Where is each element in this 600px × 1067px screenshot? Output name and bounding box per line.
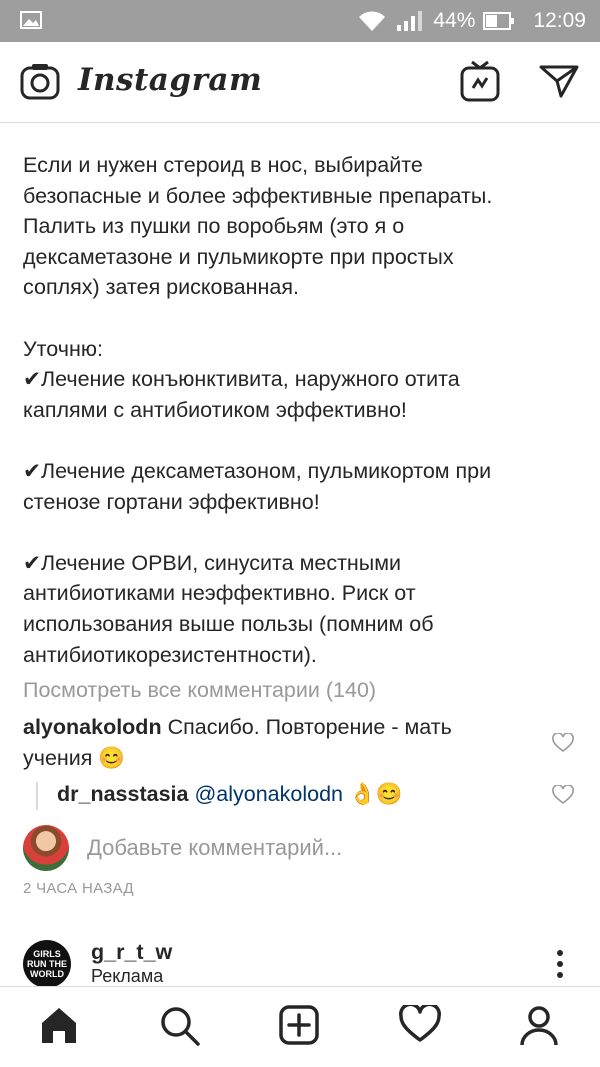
caption-line: ✔Лечение конъюнктивита, наружного отита: [23, 367, 460, 392]
camera-icon[interactable]: [20, 62, 60, 100]
caption-line: стенозе гортани эффективно!: [23, 489, 320, 514]
next-post-header: GIRLS RUN THE WORLD g_r_t_w Реклама: [23, 938, 583, 988]
caption-line: ✔Лечение ОРВИ, синусита местными: [23, 550, 402, 575]
caption-line: дексаметазоне и пульмикорте при простых: [23, 244, 454, 269]
igtv-icon[interactable]: [460, 60, 500, 102]
comment-username[interactable]: dr_nasstasia: [57, 782, 188, 806]
comment-text: учения: [23, 746, 93, 770]
app-header: Instagram: [0, 42, 600, 123]
like-comment-heart-icon[interactable]: [552, 733, 574, 753]
caption-line: Если и нужен стероид в нос, выбирайте: [23, 153, 423, 177]
activity-icon[interactable]: [399, 1005, 441, 1043]
caption-line: каплями с антибиотиком эффективно!: [23, 397, 407, 422]
ad-username[interactable]: g_r_t_w: [91, 940, 172, 965]
bottom-nav: [0, 986, 600, 1067]
emoji: 😊: [98, 746, 126, 770]
caption-line: безопасные и более эффективные препараты…: [23, 183, 493, 208]
caption-line: антибиотиками неэффективно. Риск от: [23, 581, 416, 606]
post-caption: Если и нужен стероид в нос, выбирайте бе…: [23, 150, 583, 670]
ad-avatar[interactable]: GIRLS RUN THE WORLD: [23, 940, 71, 988]
caption-line: Палить из пушки по воробьям (это я о: [23, 214, 405, 239]
caption-line: соплях) затея рискованная.: [23, 275, 299, 300]
comment-text: Спасибо. Повторение - мать: [167, 715, 452, 739]
app-logo: Instagram: [78, 62, 263, 98]
battery-percent: 44%: [433, 9, 476, 32]
new-post-icon[interactable]: [279, 1005, 319, 1045]
post-timestamp: 2 ЧАСА НАЗАД: [23, 880, 134, 897]
comment: alyonakolodn Спасибо. Повторение - мать …: [23, 712, 543, 774]
gallery-icon: [20, 11, 42, 29]
signal-icon: [397, 11, 423, 31]
battery-icon: [483, 12, 515, 30]
reply-indicator: [36, 782, 38, 810]
caption-line: антибиотикорезистентности).: [23, 642, 317, 667]
like-comment-heart-icon[interactable]: [552, 785, 574, 805]
direct-message-icon[interactable]: [539, 64, 579, 98]
wifi-icon: [359, 11, 386, 31]
clock: 12:09: [533, 9, 586, 32]
emoji: 👌😊: [348, 782, 403, 806]
caption-line: использования выше пользы (помним об: [23, 611, 434, 636]
profile-icon[interactable]: [519, 1005, 559, 1047]
add-comment-input[interactable]: Добавьте комментарий...: [87, 835, 342, 861]
add-comment-row[interactable]: Добавьте комментарий...: [23, 825, 583, 871]
more-options-icon[interactable]: [550, 948, 570, 980]
status-bar: 44% 12:09: [0, 0, 600, 42]
view-all-comments-link[interactable]: Посмотреть все комментарии (140): [23, 678, 376, 703]
avatar: [23, 825, 69, 871]
home-icon[interactable]: [39, 1005, 79, 1045]
caption-line: Уточню:: [23, 336, 103, 361]
sponsored-label: Реклама: [91, 966, 164, 986]
comment-username[interactable]: alyonakolodn: [23, 715, 162, 739]
comment-reply: dr_nasstasia @alyonakolodn 👌😊: [57, 779, 403, 810]
search-icon[interactable]: [159, 1005, 201, 1047]
caption-line: ✔Лечение дексаметазоном, пульмикортом пр…: [23, 458, 492, 483]
comment-mention[interactable]: @alyonakolodn: [194, 782, 343, 806]
